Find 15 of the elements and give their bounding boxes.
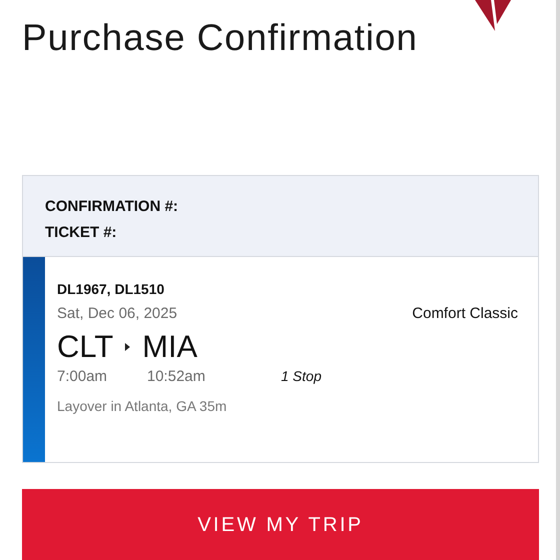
logo-icon bbox=[475, 0, 511, 31]
arrival-time: 10:52am bbox=[147, 366, 206, 386]
flight-date: Sat, Dec 06, 2025 bbox=[57, 304, 178, 324]
view-trip-button[interactable]: VIEW MY TRIP bbox=[22, 489, 539, 560]
confirmation-label: CONFIRMATION #: bbox=[45, 197, 178, 217]
layover-info: Layover in Atlanta, GA 35m bbox=[57, 397, 228, 416]
caret-icon bbox=[125, 342, 130, 350]
departure-time: 7:00am bbox=[57, 366, 108, 386]
cabin-class: Comfort Classic bbox=[412, 304, 518, 324]
ticket-label: TICKET #: bbox=[45, 223, 117, 243]
flight-numbers: DL1967, DL1510 bbox=[57, 280, 166, 299]
origin-code: CLT bbox=[57, 328, 114, 366]
page-title: Purchase Confirmation bbox=[22, 16, 419, 60]
destination-code: MIA bbox=[142, 328, 198, 366]
stops-count: 1 Stop bbox=[281, 366, 322, 386]
